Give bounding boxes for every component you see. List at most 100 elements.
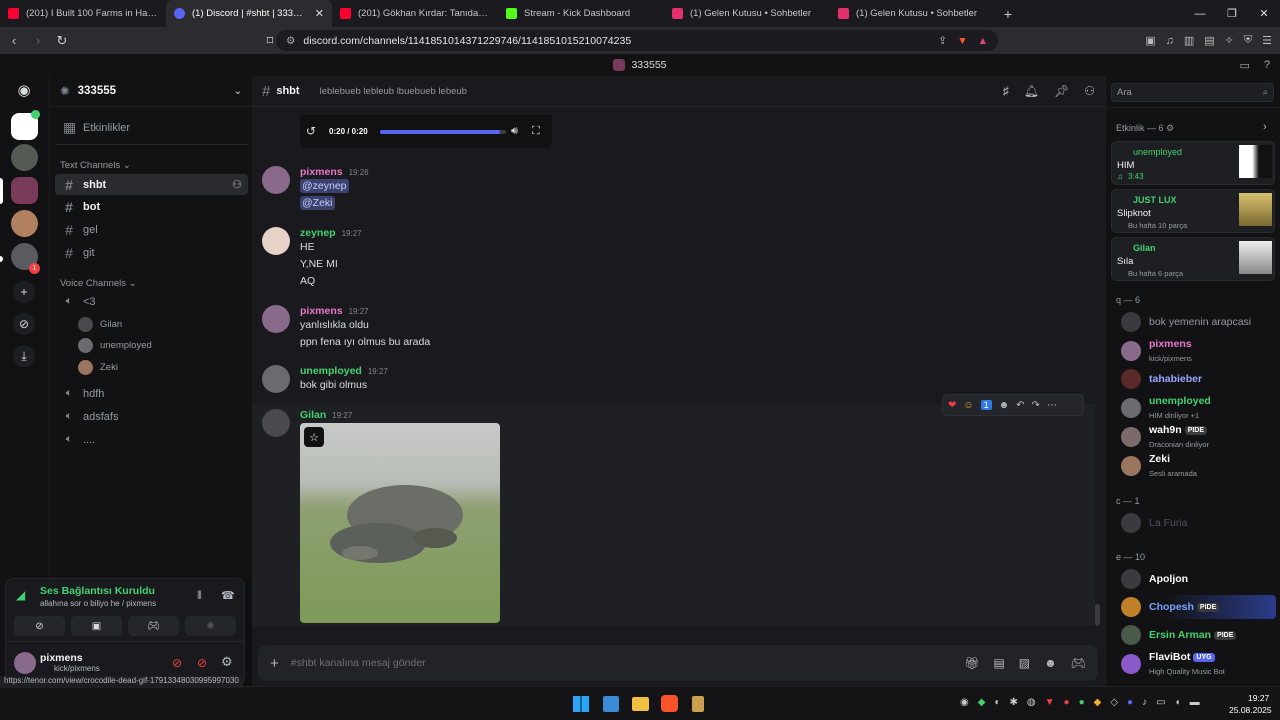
author-name[interactable]: Gilan [300, 409, 326, 421]
tray-icon[interactable]: ◇ [1110, 697, 1118, 708]
browser-tab[interactable]: (1) Gelen Kutusu • Sohbetler [664, 0, 830, 27]
activity-card[interactable]: JUST LUX Slipknot Bu hafta 10 parça [1111, 189, 1275, 233]
battery-icon[interactable]: ▬ [1190, 697, 1200, 708]
more-icon[interactable]: ⋯ [1047, 400, 1057, 411]
photos-icon[interactable] [603, 696, 619, 712]
author-name[interactable]: pixmens [300, 305, 343, 317]
activity-button[interactable]: 🎮︎ [128, 616, 179, 636]
activity-card[interactable]: unemployed HIM ♫ 3:43 [1111, 141, 1275, 185]
user-mention[interactable]: @zeynep [300, 179, 349, 193]
member-row[interactable]: FlaviBot UYG High Quality Music Bot [1121, 651, 1276, 676]
voice-user[interactable]: Gilan [78, 317, 122, 332]
apps-icon[interactable]: 🎮︎ [1071, 656, 1086, 670]
discover-icon[interactable]: ⊘ [13, 313, 35, 335]
browser-tab[interactable]: (201) I Built 100 Farms in Hardcore M [0, 0, 166, 27]
tray-icon[interactable]: ◆ [978, 697, 986, 708]
disconnect-icon[interactable]: ☎ [221, 589, 235, 602]
voice-user[interactable]: unemployed [78, 338, 152, 353]
gif-attachment[interactable]: ☆ [300, 423, 500, 623]
voice-channel-path[interactable]: allahına sor o biliyo he / pixmens [40, 599, 156, 608]
invite-icon[interactable]: ⚇ [232, 178, 242, 191]
channel-topic[interactable]: leblebueb lebleub lbuebueb lebeub [320, 86, 467, 97]
server-icon-333555[interactable] [11, 177, 38, 204]
avatar[interactable] [262, 305, 290, 333]
new-tab-icon[interactable]: + [996, 0, 1020, 27]
media-icon[interactable]: ♫ [1166, 35, 1174, 47]
browser-tab[interactable]: (1) Gelen Kutusu • Sohbetler [830, 0, 996, 27]
user-avatar[interactable] [14, 652, 36, 674]
browser-tab[interactable]: Stream - Kick Dashboard [498, 0, 664, 27]
add-reaction-icon[interactable]: ☻ [999, 400, 1010, 411]
reply-icon[interactable]: ↶ [1016, 400, 1024, 411]
text-category[interactable]: Text Channels ⌄ [60, 160, 131, 171]
avatar[interactable] [262, 227, 290, 255]
tray-icon[interactable]: ◆ [1094, 697, 1102, 708]
channel-bot[interactable]: # bot [55, 196, 248, 217]
add-server-icon[interactable]: + [13, 281, 35, 303]
volume-icon[interactable]: ◖ [1175, 697, 1181, 708]
vpn-icon[interactable]: ⛨ [1244, 34, 1252, 47]
channel-git[interactable]: # git [55, 242, 248, 263]
tray-icon[interactable]: ◉ [960, 697, 969, 708]
voice-user[interactable]: Zeki [78, 360, 118, 375]
message-composer[interactable]: + #shbt kanalına mesaj gönder 🎁︎ ▤ ▨ ☻ 🎮… [258, 645, 1098, 681]
wallet-icon[interactable]: ▤ [1204, 34, 1214, 47]
app-icon[interactable] [692, 696, 704, 712]
member-row[interactable]: bok yemenin arapcasi [1121, 310, 1276, 334]
browser-tab-active[interactable]: (1) Discord | #shbt | 333555 ✕ [166, 0, 332, 27]
screen-share-button[interactable]: ▣ [71, 616, 122, 636]
sticker-icon[interactable]: ▨ [1019, 656, 1030, 670]
add-attachment-icon[interactable]: + [270, 655, 279, 672]
brave-shield-icon[interactable]: ▼ [957, 35, 967, 47]
mic-icon[interactable]: ♪ [1142, 697, 1147, 708]
clock-time[interactable]: 19:27 [1248, 693, 1269, 703]
server-icon[interactable] [11, 210, 38, 237]
windows-start-icon[interactable] [573, 696, 589, 712]
tray-icon[interactable]: ● [1064, 697, 1070, 708]
reader-icon[interactable]: ▣ [1145, 34, 1155, 47]
site-info-icon[interactable]: ⚙ [286, 35, 295, 47]
noise-suppression-icon[interactable]: ⦀ [197, 590, 202, 603]
pin-icon[interactable]: 📌︎ [1054, 84, 1069, 98]
close-tab-icon[interactable]: ✕ [315, 7, 324, 20]
voice-channel-adsfafs[interactable]: 🔈︎ adsfafs [55, 406, 248, 427]
url-field[interactable]: ⚙ discord.com/channels/11418510143712297… [276, 30, 998, 51]
guild-header[interactable]: ✺ 333555 ⌄ [50, 76, 252, 107]
menu-icon[interactable]: ☰ [1262, 34, 1272, 47]
tray-icon[interactable]: ◐ [994, 697, 1000, 708]
member-row[interactable]: wah9n PIDE Draconian dinliyor [1121, 424, 1276, 449]
discord-home-icon[interactable]: ◉ [13, 79, 35, 101]
signal-icon[interactable]: ◢ [16, 588, 25, 602]
share-icon[interactable]: ⇪ [938, 35, 947, 47]
sidebar-icon[interactable]: ▥ [1184, 34, 1194, 47]
avatar[interactable] [262, 409, 290, 437]
author-name[interactable]: unemployed [300, 365, 362, 377]
member-row[interactable]: La Furia [1121, 511, 1276, 535]
heart-reaction-icon[interactable]: ❤ [948, 400, 956, 411]
gift-icon[interactable]: 🎁︎ [964, 656, 979, 670]
help-icon[interactable]: ? [1264, 59, 1270, 72]
tray-icon[interactable]: ▼ [1045, 697, 1055, 708]
forward-icon[interactable]: ↷ [1032, 400, 1040, 411]
fullscreen-icon[interactable]: ⛶ [532, 125, 540, 138]
member-row[interactable]: Zeki Sesli aramada [1121, 453, 1276, 478]
member-row[interactable]: Chopesh PIDE [1118, 595, 1276, 619]
restore-icon[interactable]: ❐ [1216, 0, 1248, 27]
voice-channel-dots[interactable]: 🔈︎ .... [55, 429, 248, 450]
back-icon[interactable]: ‹ [4, 31, 24, 51]
gif-icon[interactable]: ▤ [993, 656, 1004, 670]
chevron-right-icon[interactable]: › [1263, 121, 1267, 133]
voice-category[interactable]: Voice Channels ⌄ [60, 278, 137, 289]
file-explorer-icon[interactable] [632, 697, 649, 711]
member-row[interactable]: Apoljon [1121, 567, 1276, 591]
tray-icon[interactable]: ● [1079, 697, 1085, 708]
download-icon[interactable]: ⤓ [13, 345, 35, 367]
deafened-icon[interactable]: ⊘ [197, 656, 207, 670]
audio-progress-track[interactable] [380, 130, 506, 134]
leo-icon[interactable]: ✧ [1225, 34, 1234, 47]
member-row[interactable]: tahabieber [1121, 367, 1276, 391]
member-row[interactable]: pixmens kick/pixmens [1121, 338, 1276, 363]
network-icon[interactable]: ▭ [1156, 697, 1165, 708]
activity-card[interactable]: Gilan Sıla Bu hafta 6 parça [1111, 237, 1275, 281]
emoji-icon[interactable]: ☻ [1044, 656, 1057, 670]
